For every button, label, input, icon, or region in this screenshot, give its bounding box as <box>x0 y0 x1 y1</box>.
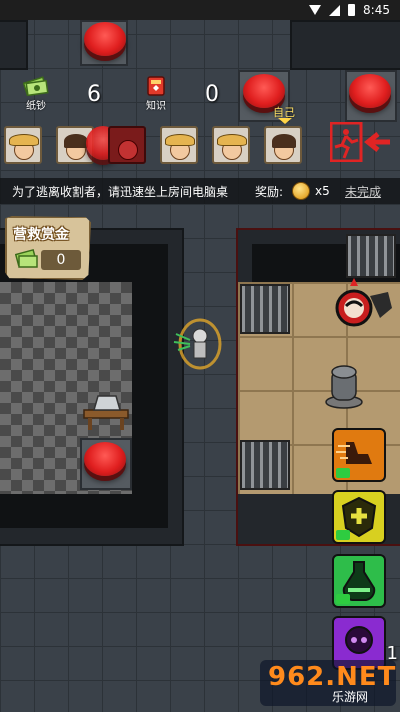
stool-object <box>325 365 363 409</box>
battery-icon <box>348 4 356 16</box>
exit-icon[interactable] <box>330 122 392 162</box>
player-character <box>173 318 222 370</box>
red-button-top[interactable] <box>84 22 126 56</box>
skill-button-shield[interactable] <box>332 490 386 544</box>
player-avatar[interactable] <box>160 126 198 164</box>
coin-icon <box>292 182 310 200</box>
reaper-avatar[interactable] <box>108 126 146 164</box>
player-avatar[interactable] <box>4 126 42 164</box>
player-avatar[interactable] <box>212 126 250 164</box>
book-icon <box>147 76 165 96</box>
mission-bar: 为了逃离收割者，请迅速坐上房间电脑桌 奖励: x5 未完成 <box>0 178 400 204</box>
wall-top-left <box>0 20 28 70</box>
video-ad-icon <box>336 594 350 604</box>
computer-desk-icon[interactable] <box>82 392 130 432</box>
red-button-room[interactable] <box>84 442 126 476</box>
watermark-sub: 乐游网 <box>332 690 369 704</box>
self-arrow-icon <box>278 118 292 124</box>
mission-status[interactable]: 未完成 <box>345 183 381 200</box>
resource-bar: 纸钞 6 知识 0 <box>0 70 400 122</box>
video-ad-icon <box>336 530 350 540</box>
video-ad-icon <box>336 468 350 478</box>
resource-cash: 纸钞 <box>16 76 56 112</box>
self-avatar[interactable] <box>264 126 302 164</box>
mission-text: 为了逃离收割者，请迅速坐上房间电脑桌 <box>12 184 229 199</box>
site-watermark: 962.NET 乐游网 <box>260 660 396 706</box>
cash-icon <box>15 248 38 268</box>
resource-label: 知识 <box>146 101 166 112</box>
status-bar: 8:45 <box>0 0 400 20</box>
cash-icon <box>23 76 49 96</box>
wall-top-right <box>290 20 400 70</box>
wifi-icon <box>309 5 322 15</box>
jail-bars <box>240 284 290 334</box>
reaper-marker-icon <box>335 278 392 327</box>
straw-hat-icon <box>9 134 39 146</box>
rescue-bounty-panel: 营救赏金 0 <box>5 216 91 280</box>
straw-hat-icon <box>165 134 195 146</box>
skill-button-speed[interactable] <box>332 428 386 482</box>
reward-label: 奖励: <box>255 184 284 199</box>
skill-button-potion[interactable] <box>332 554 386 608</box>
reward-multiplier: x5 <box>315 184 330 198</box>
jail-bars <box>240 440 290 490</box>
resource-value: 6 <box>87 82 101 107</box>
status-time: 8:45 <box>363 3 390 17</box>
jail-bars <box>346 234 396 278</box>
resource-label: 纸钞 <box>26 101 46 112</box>
straw-hat-icon <box>217 134 247 146</box>
resource-value: 0 <box>205 82 219 107</box>
signal-icon <box>329 4 341 16</box>
bounty-value: 0 <box>41 250 81 270</box>
bounty-title: 营救赏金 <box>13 227 69 243</box>
resource-knowledge: 知识 <box>136 76 176 112</box>
